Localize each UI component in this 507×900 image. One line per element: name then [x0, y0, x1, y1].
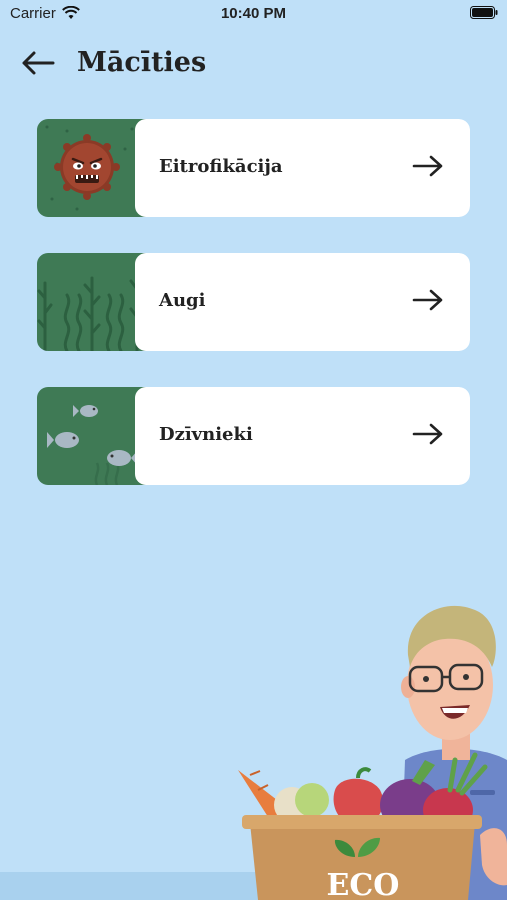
card-label: Augi	[159, 290, 206, 311]
arrow-right-icon	[412, 423, 443, 445]
topic-card-augi[interactable]: Augi	[37, 253, 470, 351]
card-body: Dzīvnieki	[135, 387, 470, 485]
arrow-right-icon	[412, 289, 443, 311]
card-label: Dzīvnieki	[159, 424, 253, 445]
card-body: Augi	[135, 253, 470, 351]
status-bar: Carrier 10:40 PM	[0, 0, 507, 28]
basket-label: ECO	[327, 868, 400, 900]
battery-icon	[470, 6, 498, 19]
arrow-right-icon	[412, 155, 443, 177]
topic-card-eitrofikacija[interactable]: Eitrofikācija	[37, 119, 470, 217]
person-with-eco-basket-illustration: ECO	[238, 605, 507, 900]
card-label: Eitrofikācija	[159, 156, 283, 177]
card-body: Eitrofikācija	[135, 119, 470, 217]
topic-card-dzivnieki[interactable]: Dzīvnieki	[37, 387, 470, 485]
header: Mācīties	[0, 40, 507, 90]
status-time: 10:40 PM	[220, 5, 287, 22]
back-button[interactable]	[20, 50, 56, 76]
page-title: Mācīties	[77, 47, 207, 78]
arrow-left-icon	[22, 51, 55, 75]
